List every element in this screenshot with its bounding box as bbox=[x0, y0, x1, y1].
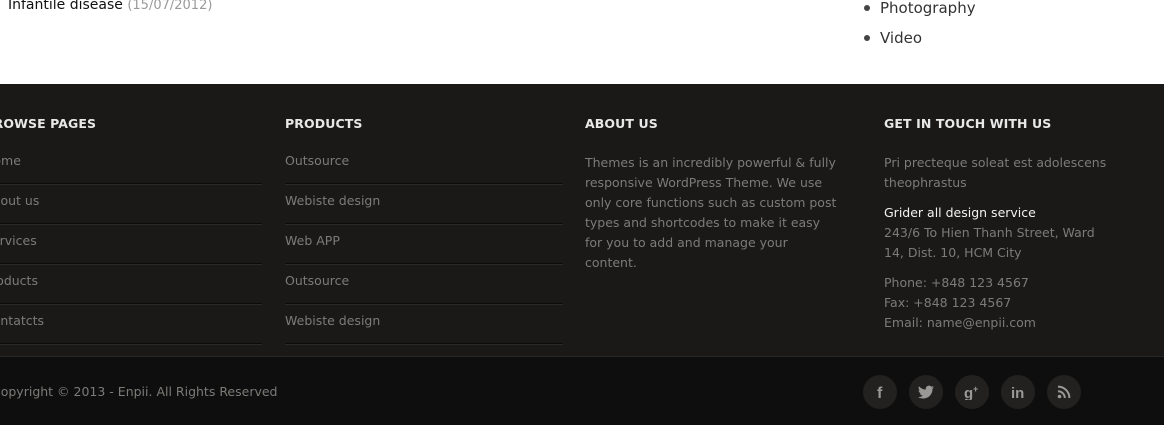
contact-company: Grider all design service bbox=[884, 205, 1036, 220]
recent-post-title[interactable]: Infantile disease bbox=[8, 0, 123, 13]
footer-link-website-design[interactable]: Webiste design bbox=[285, 304, 563, 344]
about-us-heading: ABOUT US bbox=[585, 116, 658, 131]
footer-link-label[interactable]: Webiste design bbox=[285, 313, 380, 328]
footer-link-label[interactable]: Webiste design bbox=[285, 193, 380, 208]
products-list: Outsource Webiste design Web APP Outsour… bbox=[285, 144, 563, 344]
products-heading: PRODUCTS bbox=[285, 116, 363, 131]
footer-link-label[interactable]: Contatcts bbox=[0, 313, 44, 328]
category-item-video[interactable]: Video bbox=[864, 29, 922, 47]
footer-link-services[interactable]: Services bbox=[0, 224, 262, 264]
browse-pages-heading: BROWSE PAGES bbox=[0, 116, 97, 131]
svg-text:in: in bbox=[1011, 385, 1024, 400]
footer-link-products[interactable]: Products bbox=[0, 264, 262, 304]
contact-fax: Fax: +848 123 4567 bbox=[884, 295, 1012, 310]
footer-link-home[interactable]: Home bbox=[0, 144, 262, 184]
bottom-bar: Copyright © 2013 - Enpii. All Rights Res… bbox=[0, 356, 1164, 425]
rss-icon[interactable] bbox=[1047, 375, 1081, 409]
linkedin-icon[interactable]: in bbox=[1001, 375, 1035, 409]
contact-email[interactable]: Email: name@enpii.com bbox=[884, 313, 1114, 333]
google-plus-icon[interactable]: g + bbox=[955, 375, 989, 409]
footer-link-label[interactable]: Outsource bbox=[285, 153, 349, 168]
category-label[interactable]: Video bbox=[880, 29, 922, 47]
footer: BROWSE PAGES Home About us Services Prod… bbox=[0, 84, 1164, 356]
svg-text:f: f bbox=[877, 385, 883, 400]
footer-link-outsource[interactable]: Outsource bbox=[285, 264, 563, 304]
footer-link-website-design[interactable]: Webiste design bbox=[285, 184, 563, 224]
recent-post-item[interactable]: Infantile disease (15/07/2012) bbox=[8, 0, 212, 13]
contact-intro: Pri precteque soleat est adolescens theo… bbox=[884, 155, 1107, 190]
footer-link-label[interactable]: Home bbox=[0, 153, 21, 168]
content-area: Infantile disease (15/07/2012) Photograp… bbox=[0, 0, 1164, 84]
contact-heading: GET IN TOUCH WITH US bbox=[884, 116, 1052, 131]
facebook-icon[interactable]: f bbox=[863, 375, 897, 409]
footer-link-contacts[interactable]: Contatcts bbox=[0, 304, 262, 344]
category-item-photography[interactable]: Photography bbox=[864, 0, 976, 17]
copyright-text: Copyright © 2013 - Enpii. All Rights Res… bbox=[0, 384, 278, 399]
contact-phone: Phone: +848 123 4567 bbox=[884, 275, 1029, 290]
recent-post-date: (15/07/2012) bbox=[127, 0, 213, 13]
svg-text:+: + bbox=[973, 384, 978, 394]
contact-address: 243/6 To Hien Thanh Street, Ward 14, Dis… bbox=[884, 225, 1095, 260]
footer-link-outsource[interactable]: Outsource bbox=[285, 144, 563, 184]
footer-link-label[interactable]: Products bbox=[0, 273, 38, 288]
footer-link-about[interactable]: About us bbox=[0, 184, 262, 224]
footer-link-label[interactable]: Outsource bbox=[285, 273, 349, 288]
about-us-text: Themes is an incredibly powerful & fully… bbox=[585, 155, 837, 270]
footer-link-label[interactable]: Web APP bbox=[285, 233, 340, 248]
bullet-icon bbox=[864, 34, 870, 41]
browse-pages-list: Home About us Services Products Contatct… bbox=[0, 144, 262, 344]
svg-text:g: g bbox=[964, 385, 973, 400]
bullet-icon bbox=[864, 4, 870, 11]
category-label[interactable]: Photography bbox=[880, 0, 976, 17]
footer-link-label[interactable]: About us bbox=[0, 193, 39, 208]
footer-link-label[interactable]: Services bbox=[0, 233, 37, 248]
footer-link-web-app[interactable]: Web APP bbox=[285, 224, 563, 264]
twitter-icon[interactable] bbox=[909, 375, 943, 409]
